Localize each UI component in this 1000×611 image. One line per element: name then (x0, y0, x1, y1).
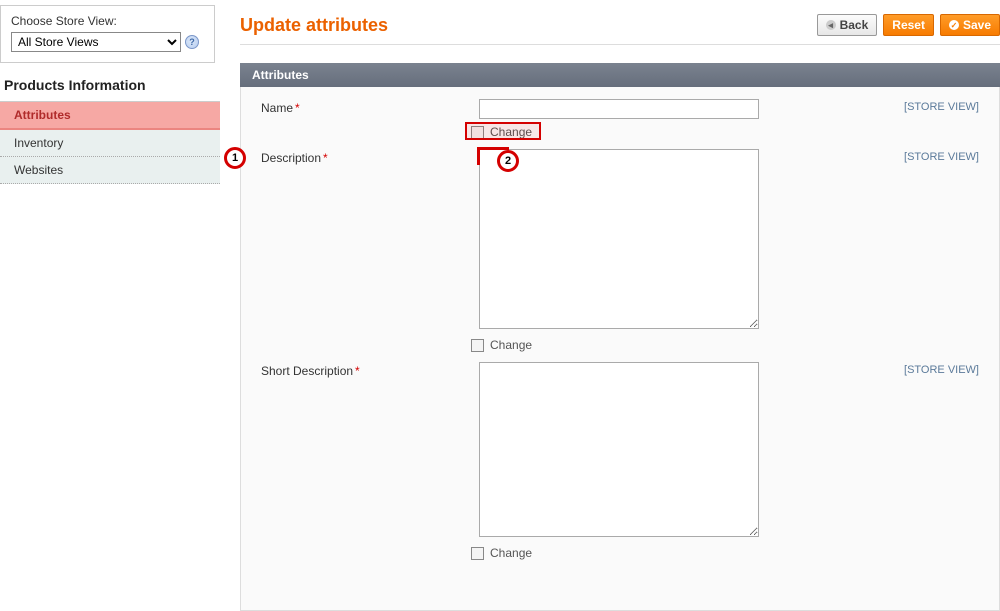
check-icon: ✓ (949, 20, 959, 30)
name-label: Name* (261, 99, 471, 119)
short-description-textarea[interactable] (479, 362, 759, 537)
required-asterisk: * (355, 364, 360, 378)
sidebar-title: Products Information (0, 63, 220, 101)
annotation-2: 2 (497, 150, 519, 172)
name-scope: [STORE VIEW] (787, 99, 979, 119)
store-view-select[interactable]: All Store Views (11, 32, 181, 52)
help-icon[interactable]: ? (185, 35, 199, 49)
description-change-checkbox[interactable] (471, 339, 484, 352)
name-input[interactable] (479, 99, 759, 119)
short-description-change-checkbox[interactable] (471, 547, 484, 560)
tab-attributes[interactable]: Attributes (0, 102, 220, 130)
short-description-change-row: Change (471, 546, 979, 560)
description-change-label: Change (490, 338, 532, 352)
description-textarea[interactable] (479, 149, 759, 329)
tab-inventory[interactable]: Inventory (0, 130, 220, 157)
sidebar: Choose Store View: All Store Views ? Pro… (0, 0, 220, 563)
store-view-row: All Store Views ? (11, 32, 204, 52)
store-view-box: Choose Store View: All Store Views ? (0, 5, 215, 63)
short-description-change-label: Change (490, 546, 532, 560)
short-description-input-cell (479, 362, 779, 540)
tab-label: Websites (14, 163, 63, 177)
description-change-row: Change (471, 338, 979, 352)
tab-label: Attributes (14, 108, 71, 122)
name-change-checkbox[interactable] (471, 126, 484, 139)
divider (240, 44, 1000, 45)
row-name: Name* [STORE VIEW] (261, 99, 979, 119)
save-label: Save (963, 18, 991, 32)
sidebar-tabs: Attributes Inventory Websites (0, 101, 220, 184)
main: Update attributes ◂ Back Reset ✓ Save At… (240, 0, 1000, 611)
annotation-1: 1 (224, 147, 246, 169)
back-icon: ◂ (826, 20, 836, 30)
required-asterisk: * (323, 151, 328, 165)
short-description-scope: [STORE VIEW] (787, 362, 979, 540)
tab-label: Inventory (14, 136, 63, 150)
required-asterisk: * (295, 101, 300, 115)
name-change-label: Change (490, 125, 532, 139)
description-scope: [STORE VIEW] (787, 149, 979, 332)
row-description: Description* [STORE VIEW] (261, 149, 979, 332)
back-button[interactable]: ◂ Back (817, 14, 878, 36)
reset-label: Reset (892, 18, 925, 32)
name-change-row: Change (471, 125, 979, 139)
store-view-label: Choose Store View: (11, 14, 204, 28)
form-area: Name* [STORE VIEW] Change Description* [… (240, 87, 1000, 611)
description-input-cell (479, 149, 779, 332)
description-label: Description* (261, 149, 471, 332)
name-input-cell (479, 99, 779, 119)
header-buttons: ◂ Back Reset ✓ Save (817, 14, 1000, 36)
reset-button[interactable]: Reset (883, 14, 934, 36)
tab-websites[interactable]: Websites (0, 157, 220, 184)
save-button[interactable]: ✓ Save (940, 14, 1000, 36)
back-label: Back (840, 18, 869, 32)
header: Update attributes ◂ Back Reset ✓ Save (240, 0, 1000, 44)
row-short-description: Short Description* [STORE VIEW] (261, 362, 979, 540)
short-description-label: Short Description* (261, 362, 471, 540)
page-title: Update attributes (240, 15, 388, 36)
panel-title: Attributes (240, 63, 1000, 87)
